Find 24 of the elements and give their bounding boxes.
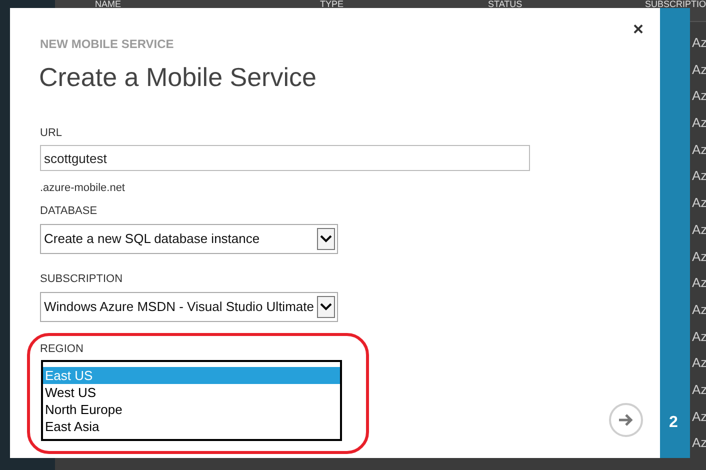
dropdown-field[interactable]: Windows Azure MSDN - Visual Studio Ultimate xyxy=(40,292,338,322)
dialog-eyebrow: NEW MOBILE SERVICE xyxy=(40,36,174,53)
arrow-right-icon xyxy=(618,413,634,427)
field-label: SUBSCRIPTION xyxy=(40,272,123,287)
close-button[interactable]: × xyxy=(633,20,644,38)
field-label: REGION xyxy=(40,342,84,357)
step-number: 2 xyxy=(669,413,678,433)
caret-icon xyxy=(320,303,332,311)
column-header: STATUS xyxy=(488,0,522,8)
field-label: URL xyxy=(40,126,62,141)
caret-icon xyxy=(320,235,332,243)
column-header: TYPE xyxy=(320,0,344,8)
field-label: DATABASE xyxy=(40,204,98,219)
listbox-option[interactable]: North Europe xyxy=(43,401,340,418)
url-suffix: .azure-mobile.net xyxy=(40,181,125,196)
dropdown-field[interactable]: Create a new SQL database instance xyxy=(40,224,338,254)
next-button[interactable] xyxy=(609,403,643,437)
dialog-title: Create a Mobile Service xyxy=(39,61,316,94)
column-header: SUBSCRIPTIO xyxy=(645,0,706,8)
column-header: NAME xyxy=(95,0,122,8)
listbox-option[interactable]: East Asia xyxy=(43,418,340,435)
listbox-option[interactable]: West US xyxy=(43,384,340,401)
url-field[interactable]: scottgutest xyxy=(40,145,530,171)
region-listbox[interactable]: East US West US North Europe East Asia xyxy=(41,360,342,441)
